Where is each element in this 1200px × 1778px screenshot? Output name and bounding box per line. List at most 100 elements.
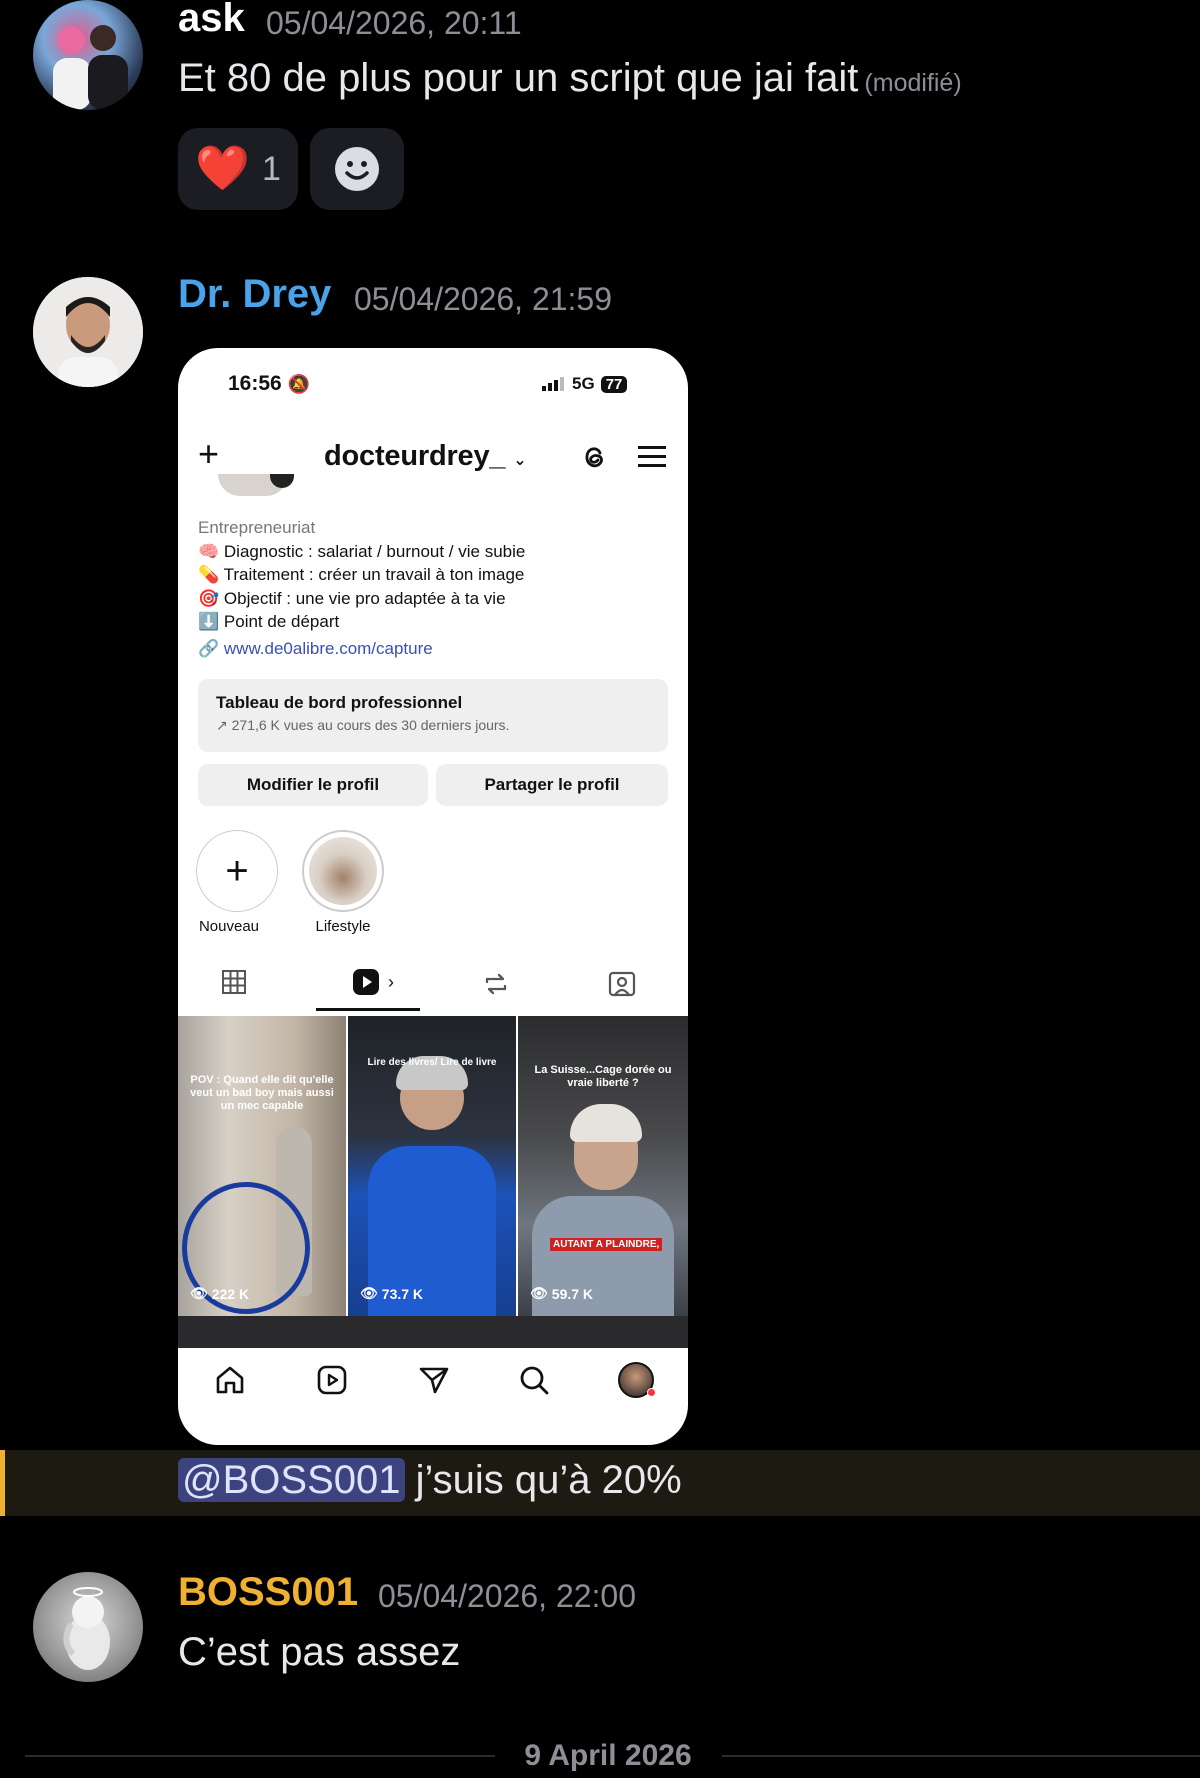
avatar[interactable]: [33, 0, 143, 110]
avatar[interactable]: [33, 1572, 143, 1682]
bio-line: 🧠 Diagnostic : salariat / burnout / vie …: [198, 540, 668, 564]
avatar-image: [33, 277, 143, 387]
highlight-label: Lifestyle: [315, 918, 371, 935]
status-time: 16:56 🔕: [228, 372, 310, 396]
reels-tab[interactable]: ›: [352, 968, 394, 996]
beanie: [570, 1104, 642, 1142]
smiley-icon: [335, 147, 379, 191]
reels-nav-icon[interactable]: [316, 1364, 348, 1396]
user-mention[interactable]: @BOSS001: [178, 1458, 405, 1502]
brain-icon: 🧠: [198, 541, 220, 561]
reel-views-text: 59.7 K: [551, 1285, 594, 1302]
message-text: C’est pas assez: [178, 1630, 461, 1674]
heart-icon: ❤️: [195, 144, 250, 193]
reel-views: 👁 73.7 K: [360, 1285, 423, 1302]
image-attachment[interactable]: 16:56 🔕 5G 77 + docteurdrey_ ⌄ Entrepren…: [178, 348, 688, 1445]
dashboard-title: Tableau de bord professionnel: [216, 693, 463, 712]
reel-views: 👁 59.7 K: [530, 1285, 593, 1302]
link-icon: 🔗: [198, 638, 220, 658]
author-name-text: Dr. Drey: [178, 272, 332, 316]
eye-icon: 👁: [530, 1285, 548, 1301]
plus-icon[interactable]: +: [198, 436, 219, 472]
message-text: Et 80 de plus pour un script que jai fai…: [178, 56, 962, 101]
reel-views: 👁 222 K: [190, 1285, 249, 1302]
reel-views-text: 222 K: [211, 1285, 250, 1302]
pill-icon: 💊: [198, 565, 220, 584]
author-name[interactable]: BOSS001: [178, 1570, 358, 1615]
date-divider: 9 April 2026: [524, 1739, 692, 1772]
avatar-image: [53, 25, 128, 110]
menu-icon[interactable]: [638, 444, 666, 468]
timestamp: 05/04/2026, 22:00: [378, 1578, 637, 1614]
send-icon[interactable]: [418, 1364, 450, 1396]
author-name[interactable]: Dr. Drey: [178, 272, 331, 317]
avatar[interactable]: [33, 277, 143, 387]
reel-caption: Lire des livres/ Lire de livre: [367, 1057, 497, 1068]
reel-thumbnail[interactable]: La Suisse...Cage dorée ou vraie liberté …: [518, 1016, 688, 1316]
reel-caption: La Suisse...Cage dorée ou vraie liberté …: [534, 1064, 672, 1089]
bio-line-text: Point de départ: [223, 612, 340, 631]
reaction-count: 1: [261, 149, 281, 188]
chevron-right-icon: ›: [388, 971, 394, 992]
avatar-image: [63, 1587, 110, 1670]
grid-icon[interactable]: [222, 970, 246, 994]
profile-username-text: docteurdrey_: [324, 440, 506, 472]
profile-bio: Entrepreneuriat 🧠 Diagnostic : salariat …: [198, 516, 668, 660]
reaction-heart[interactable]: ❤️ 1: [178, 128, 298, 210]
reels-row-next: [178, 1316, 688, 1348]
profile-username[interactable]: docteurdrey_ ⌄: [324, 440, 527, 473]
message-body: Et 80 de plus pour un script que jai fai…: [178, 56, 859, 100]
professional-dashboard[interactable]: Tableau de bord professionnel ↗ 271,6 K …: [198, 679, 668, 752]
trend-up-icon: ↗: [216, 717, 228, 733]
plus-icon: +: [196, 830, 278, 912]
share-profile-button[interactable]: Partager le profil: [436, 764, 668, 806]
author-name-text: BOSS001: [178, 1570, 359, 1614]
bell-muted-icon: 🔕: [287, 374, 310, 394]
bio-line: 💊 Traitement : créer un travail à ton im…: [198, 563, 668, 587]
chevron-down-icon: ⌄: [513, 452, 527, 469]
bio-category: Entrepreneuriat: [198, 518, 316, 537]
timestamp: 05/04/2026, 20:11: [266, 5, 522, 41]
edited-label: (modifié): [864, 69, 962, 97]
reel-overlay-text: AUTANT A PLAINDRE,: [550, 1238, 663, 1251]
divider-line: [25, 1755, 495, 1757]
message-body: j’suis qu’à 20%: [415, 1458, 682, 1502]
battery-icon: 77: [600, 375, 628, 393]
reels-icon: [353, 969, 379, 995]
bio-line-text: Traitement : créer un travail à ton imag…: [223, 565, 525, 584]
signal-icon: [542, 377, 564, 391]
highlight-lifestyle[interactable]: [302, 830, 384, 912]
message-text: @BOSS001 j’suis qu’à 20%: [178, 1458, 682, 1503]
network-label: 5G: [572, 374, 595, 393]
eye-icon: 👁: [360, 1285, 378, 1301]
author-name[interactable]: ask: [178, 0, 245, 41]
bio-line-text: Diagnostic : salariat / burnout / vie su…: [223, 541, 526, 561]
reel-thumbnail[interactable]: POV : Quand elle dit qu'elle veut un bad…: [178, 1016, 346, 1316]
bio-line-text: Objectif : une vie pro adaptée à ta vie: [223, 588, 506, 608]
timestamp: 05/04/2026, 21:59: [354, 281, 613, 317]
add-reaction-button[interactable]: [310, 128, 404, 210]
dashboard-subtitle: ↗ 271,6 K vues au cours des 30 derniers …: [216, 717, 509, 734]
target-icon: 🎯: [198, 588, 220, 608]
bio-line: ⬇️ Point de départ: [198, 610, 668, 634]
dashboard-subtitle-text: 271,6 K vues au cours des 30 derniers jo…: [231, 717, 510, 733]
notification-dot: [647, 1388, 656, 1397]
tagged-icon[interactable]: [608, 970, 636, 998]
bio-link-text: www.de0alibre.com/capture: [223, 638, 433, 658]
edit-profile-button[interactable]: Modifier le profil: [198, 764, 428, 806]
search-icon[interactable]: [518, 1364, 550, 1396]
bio-line: 🎯 Objectif : une vie pro adaptée à ta vi…: [198, 587, 668, 611]
threads-icon[interactable]: [580, 442, 608, 472]
highlight-cover: [302, 830, 384, 912]
bio-link[interactable]: 🔗 www.de0alibre.com/capture: [198, 637, 668, 661]
divider-line: [722, 1755, 1200, 1757]
tab-indicator: [316, 1008, 420, 1011]
reel-caption: POV : Quand elle dit qu'elle veut un bad…: [190, 1074, 334, 1112]
repost-icon[interactable]: [482, 970, 510, 998]
highlight-new[interactable]: +: [196, 830, 278, 912]
eye-icon: 👁: [190, 1285, 208, 1301]
reel-views-text: 73.7 K: [381, 1285, 424, 1302]
reel-thumbnail[interactable]: Lire des livres/ Lire de livre 👁 73.7 K: [348, 1016, 516, 1316]
status-time-text: 16:56: [228, 372, 282, 395]
home-icon[interactable]: [214, 1364, 246, 1396]
